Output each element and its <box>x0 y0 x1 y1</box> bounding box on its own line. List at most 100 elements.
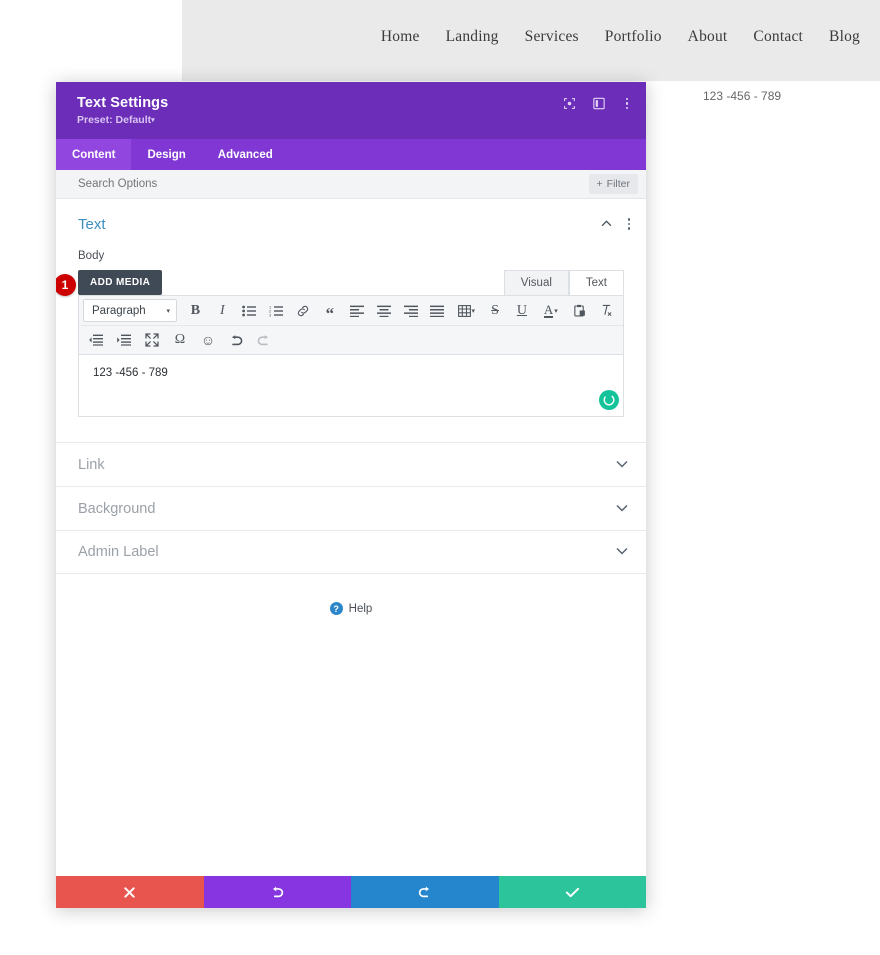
site-navigation[interactable]: Home Landing Services Portfolio About Co… <box>381 28 860 46</box>
editor-toolbar: Paragraph ▾ B I 1 2 3 “ ▾ S U A ▾ Ω ☺ <box>78 295 624 355</box>
text-settings-modal: Text Settings Preset: Default▾ Content D… <box>56 82 646 908</box>
text-section: Text Body 1 ADD MEDIA Visual Text Paragr… <box>56 199 646 417</box>
chevron-down-icon: ▾ <box>166 307 170 315</box>
undo-icon <box>273 886 283 898</box>
search-input[interactable] <box>78 178 589 190</box>
accordion-link-label: Link <box>78 456 105 473</box>
site-header: Home Landing Services Portfolio About Co… <box>0 0 880 81</box>
modal-header: Text Settings Preset: Default▾ <box>56 82 646 139</box>
chevron-down-icon <box>616 503 628 515</box>
editor-toolbar-row-2: Ω ☺ <box>79 325 623 354</box>
tab-advanced[interactable]: Advanced <box>202 139 289 170</box>
modal-title: Text Settings <box>77 95 169 111</box>
body-editor: 1 ADD MEDIA Visual Text Paragraph ▾ B I … <box>56 270 624 417</box>
increase-indent-icon[interactable] <box>111 329 137 351</box>
link-icon[interactable] <box>291 300 316 322</box>
numbered-list-icon[interactable]: 1 2 3 <box>264 300 289 322</box>
nav-item-landing[interactable]: Landing <box>446 28 499 46</box>
modal-body: Text Body 1 ADD MEDIA Visual Text Paragr… <box>56 199 646 876</box>
nav-item-portfolio[interactable]: Portfolio <box>605 28 662 46</box>
more-vertical-icon[interactable] <box>622 97 633 110</box>
chevron-down-icon <box>616 459 628 471</box>
search-options-row: + Filter <box>56 170 646 199</box>
text-section-header[interactable]: Text <box>56 211 646 237</box>
emoji-icon[interactable]: ☺ <box>195 329 221 351</box>
chevron-down-icon: ▾ <box>471 307 476 315</box>
grammarly-status-icon[interactable] <box>599 390 619 410</box>
filter-button[interactable]: + Filter <box>588 174 638 194</box>
italic-icon[interactable]: I <box>210 300 235 322</box>
modal-tab-bar: Content Design Advanced <box>56 139 646 170</box>
nav-item-about[interactable]: About <box>688 28 728 46</box>
help-icon: ? <box>329 602 343 615</box>
undo-icon[interactable] <box>223 329 249 351</box>
fullscreen-icon[interactable] <box>139 329 165 351</box>
accordion-background-label: Background <box>78 500 156 517</box>
strikethrough-icon[interactable]: S <box>483 300 508 322</box>
chevron-down-icon: ▾ <box>554 307 558 315</box>
modal-preset-label: Preset: Default <box>77 114 152 126</box>
editor-top-row: ADD MEDIA Visual Text <box>78 270 624 295</box>
text-section-title: Text <box>78 215 106 233</box>
help-row[interactable]: ? Help <box>56 602 646 615</box>
site-text-module: 123 -456 - 789 <box>703 89 782 103</box>
close-icon <box>124 886 135 898</box>
format-select-value: Paragraph <box>92 304 146 317</box>
nav-item-blog[interactable]: Blog <box>829 28 860 46</box>
editor-content-text: 123 -456 - 789 <box>93 367 168 379</box>
add-media-button[interactable]: ADD MEDIA <box>78 270 163 295</box>
align-right-icon[interactable] <box>398 300 423 322</box>
tab-text[interactable]: Text <box>568 270 624 295</box>
align-left-icon[interactable] <box>344 300 369 322</box>
text-color-icon[interactable]: A ▾ <box>536 300 565 322</box>
align-justify-icon[interactable] <box>425 300 450 322</box>
table-icon[interactable]: ▾ <box>452 300 481 322</box>
body-field-label: Body <box>78 250 105 262</box>
save-button[interactable] <box>498 876 646 908</box>
editor-toolbar-row-1: Paragraph ▾ B I 1 2 3 “ ▾ S U A ▾ <box>79 296 623 325</box>
format-select[interactable]: Paragraph ▾ <box>83 299 177 322</box>
redo-button[interactable] <box>351 876 499 908</box>
align-center-icon[interactable] <box>371 300 396 322</box>
help-label: Help <box>348 602 373 615</box>
accordion-admin-label[interactable]: Admin Label <box>56 530 646 574</box>
editor-mode-tabs: Visual Text <box>503 270 624 295</box>
filter-button-label: Filter <box>606 178 630 190</box>
more-vertical-icon[interactable] <box>624 218 635 230</box>
editor-content-area[interactable]: 123 -456 - 789 <box>78 355 624 417</box>
decrease-indent-icon[interactable] <box>83 329 109 351</box>
tab-design[interactable]: Design <box>131 139 201 170</box>
modal-preset-selector[interactable]: Preset: Default▾ <box>77 114 630 126</box>
focus-target-icon[interactable] <box>563 97 576 110</box>
chevron-down-icon: ▾ <box>151 117 155 125</box>
accordion-admin-label-label: Admin Label <box>78 544 159 560</box>
step-marker-1: 1 <box>56 274 76 296</box>
text-section-icons <box>601 218 635 230</box>
cancel-button[interactable] <box>56 876 204 908</box>
underline-icon[interactable]: U <box>510 300 535 322</box>
chevron-down-icon <box>616 546 628 558</box>
option-accordion-list: Link Background Admin Label <box>56 442 646 574</box>
bold-icon[interactable]: B <box>183 300 208 322</box>
svg-text:3: 3 <box>269 312 272 317</box>
tab-content[interactable]: Content <box>56 139 132 170</box>
bulleted-list-icon[interactable] <box>237 300 262 322</box>
plus-icon: + <box>596 178 603 190</box>
layout-columns-icon[interactable] <box>592 97 605 110</box>
redo-icon <box>419 886 429 898</box>
nav-item-contact[interactable]: Contact <box>753 28 803 46</box>
nav-item-services[interactable]: Services <box>525 28 579 46</box>
redo-icon[interactable] <box>251 329 277 351</box>
chevron-up-icon[interactable] <box>601 219 612 230</box>
special-character-icon[interactable]: Ω <box>167 329 193 351</box>
accordion-link[interactable]: Link <box>56 442 646 486</box>
undo-button[interactable] <box>203 876 351 908</box>
modal-header-icons <box>563 97 633 110</box>
accordion-background[interactable]: Background <box>56 486 646 530</box>
nav-item-home[interactable]: Home <box>381 28 420 46</box>
tab-visual[interactable]: Visual <box>503 270 569 295</box>
site-logo-area <box>0 0 182 81</box>
blockquote-icon[interactable]: “ <box>317 300 342 322</box>
clear-formatting-icon[interactable] <box>594 300 619 322</box>
paste-as-text-icon[interactable] <box>567 300 592 322</box>
